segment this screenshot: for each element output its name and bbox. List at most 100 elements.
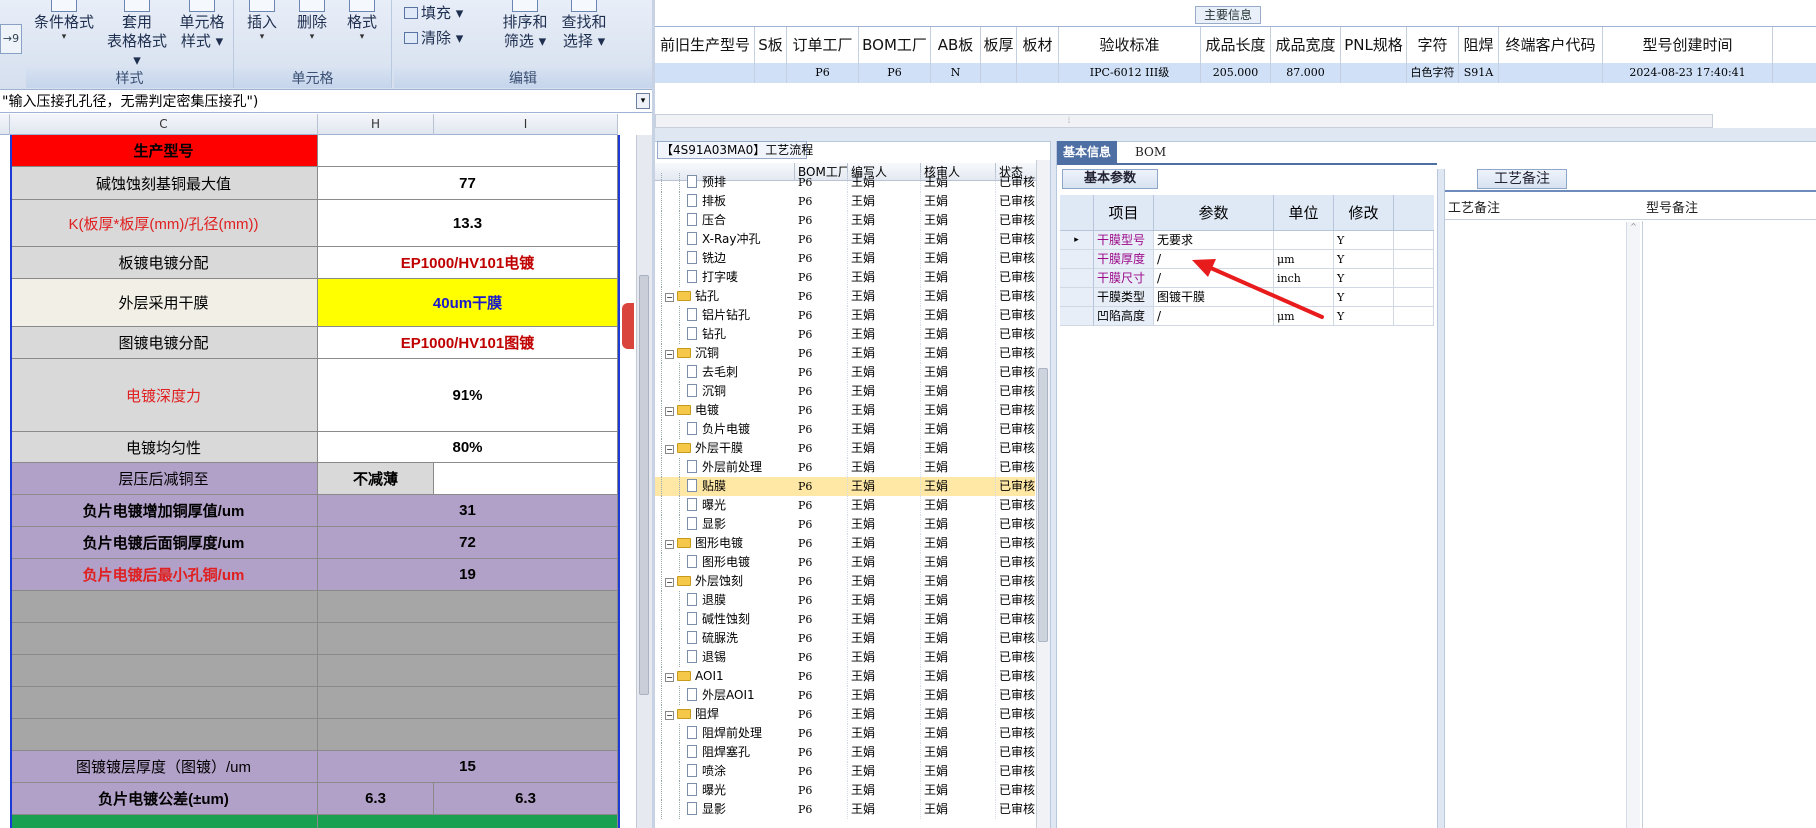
- tree-row[interactable]: 阻焊塞孔 P6 王娟 王娟 已审核: [655, 743, 1038, 762]
- main-grid-header[interactable]: 板厚: [981, 27, 1017, 63]
- tree-node[interactable]: 阻焊前处理: [687, 724, 762, 743]
- main-grid-header[interactable]: 终端客户代码: [1499, 27, 1603, 63]
- row-indicator[interactable]: ▸: [1060, 231, 1094, 250]
- param-cell-item[interactable]: 干膜类型: [1094, 288, 1154, 307]
- formula-expand-button[interactable]: ▾: [636, 93, 650, 109]
- cell-value[interactable]: 13.3: [318, 200, 618, 247]
- param-cell-unit[interactable]: μm: [1274, 307, 1334, 326]
- cell-empty[interactable]: [10, 655, 318, 687]
- side-handle[interactable]: [622, 303, 634, 349]
- cell-label[interactable]: 碱蚀蚀刻基铜最大值: [10, 167, 318, 200]
- tree-node[interactable]: − 外层干膜: [665, 439, 743, 458]
- tree-node[interactable]: 喷涂: [687, 762, 726, 781]
- column-header-left[interactable]: [0, 114, 10, 135]
- params-header-item[interactable]: 项目: [1094, 195, 1154, 231]
- main-grid-header[interactable]: 板材: [1017, 27, 1059, 63]
- param-cell-unit[interactable]: [1274, 288, 1334, 307]
- tree-row[interactable]: 曝光 P6 王娟 王娟 已审核: [655, 496, 1038, 515]
- cell-value[interactable]: 6.3: [318, 783, 434, 815]
- param-cell-param[interactable]: /: [1154, 250, 1274, 269]
- main-grid-cell[interactable]: 205.000: [1201, 63, 1271, 83]
- cell-value[interactable]: 40um干膜: [318, 279, 618, 327]
- tree-node[interactable]: 阻焊塞孔: [687, 743, 750, 762]
- cell-style-button[interactable]: 单元格 样式 ▾: [174, 0, 230, 51]
- main-grid-cell[interactable]: IPC-6012 III级: [1059, 63, 1201, 83]
- collapse-icon[interactable]: −: [665, 445, 674, 454]
- main-grid-cell[interactable]: [1017, 63, 1059, 83]
- param-cell-unit[interactable]: μm: [1274, 250, 1334, 269]
- tree-row[interactable]: − 阻焊 P6 王娟 王娟 已审核: [655, 705, 1038, 724]
- tree-row[interactable]: 阻焊前处理 P6 王娟 王娟 已审核: [655, 724, 1038, 743]
- tree-node[interactable]: 铣边: [687, 249, 726, 268]
- row-indicator[interactable]: [1060, 250, 1094, 269]
- cell-empty[interactable]: [318, 623, 618, 655]
- param-cell-modify[interactable]: Y: [1334, 269, 1394, 288]
- tree-node[interactable]: 图形电镀: [687, 553, 750, 572]
- tree-node[interactable]: 沉铜: [687, 382, 726, 401]
- main-grid-header[interactable]: 前旧生产型号: [655, 27, 755, 63]
- tree-row[interactable]: 打字唛 P6 王娟 王娟 已审核: [655, 268, 1038, 287]
- main-info-tab[interactable]: 主要信息: [1195, 6, 1261, 24]
- tree-row[interactable]: 退膜 P6 王娟 王娟 已审核: [655, 591, 1038, 610]
- param-cell-param[interactable]: /: [1154, 269, 1274, 288]
- tree-row[interactable]: 负片电镀 P6 王娟 王娟 已审核: [655, 420, 1038, 439]
- cell-label[interactable]: 电镀均匀性: [10, 432, 318, 463]
- collapse-icon[interactable]: −: [665, 540, 674, 549]
- main-grid-header[interactable]: S板: [755, 27, 787, 63]
- tree-node[interactable]: 退锡: [687, 648, 726, 667]
- tree-node[interactable]: − 电镀: [665, 401, 719, 420]
- cell-label[interactable]: 负片电镀后最小孔铜/um: [10, 559, 318, 591]
- delete-button[interactable]: 删除 ▾: [290, 0, 334, 42]
- top-horizontal-scrollbar[interactable]: ⦙: [655, 114, 1713, 128]
- tree-row[interactable]: − 沉铜 P6 王娟 王娟 已审核: [655, 344, 1038, 363]
- param-cell-modify[interactable]: Y: [1334, 307, 1394, 326]
- horizontal-splitter[interactable]: [655, 128, 1816, 142]
- sheet-scroll-thumb[interactable]: [639, 275, 649, 695]
- tree-row[interactable]: 贴膜 P6 王娟 王娟 已审核: [655, 477, 1038, 496]
- main-grid-header[interactable]: BOM工厂: [859, 27, 931, 63]
- table-format-button[interactable]: 套用 表格格式 ▾: [102, 0, 172, 70]
- tree-node[interactable]: 曝光: [687, 496, 726, 515]
- row-indicator[interactable]: [1060, 307, 1094, 326]
- param-cell-param[interactable]: /: [1154, 307, 1274, 326]
- sort-filter-button[interactable]: 排序和 筛选 ▾: [498, 0, 552, 51]
- tree-node[interactable]: − 钻孔: [665, 287, 719, 306]
- collapse-icon[interactable]: −: [665, 673, 674, 682]
- find-select-button[interactable]: 查找和 选择 ▾: [554, 0, 614, 51]
- collapse-icon[interactable]: −: [665, 578, 674, 587]
- param-cell-item[interactable]: 干膜尺寸: [1094, 269, 1154, 288]
- process-flow-tab[interactable]: 【4S91A03MA0】工艺流程: [657, 141, 813, 159]
- main-grid-header[interactable]: 订单工厂: [787, 27, 859, 63]
- cell-empty[interactable]: [10, 719, 318, 751]
- param-cell-modify[interactable]: Y: [1334, 250, 1394, 269]
- cell-label[interactable]: 负片电镀公差(±um): [10, 783, 318, 815]
- tree-node[interactable]: 去毛刺: [687, 363, 738, 382]
- param-cell-unit[interactable]: [1274, 231, 1334, 250]
- main-grid-header[interactable]: 成品长度: [1201, 27, 1271, 63]
- column-header-i[interactable]: I: [434, 114, 618, 135]
- tree-row[interactable]: 曝光 P6 王娟 王娟 已审核: [655, 781, 1038, 800]
- param-cell-extra[interactable]: [1394, 231, 1434, 250]
- cell-label[interactable]: 生产型号: [10, 135, 318, 167]
- tree-row[interactable]: − 钻孔 P6 王娟 王娟 已审核: [655, 287, 1038, 306]
- column-header-h[interactable]: H: [318, 114, 434, 135]
- param-cell-extra[interactable]: [1394, 288, 1434, 307]
- tree-row[interactable]: 外层前处理 P6 王娟 王娟 已审核: [655, 458, 1038, 477]
- tree-row[interactable]: 压合 P6 王娟 王娟 已审核: [655, 211, 1038, 230]
- remarks-scrollbar[interactable]: ^: [1626, 222, 1640, 828]
- main-grid-cell[interactable]: N: [931, 63, 981, 83]
- tree-node[interactable]: 外层前处理: [687, 458, 762, 477]
- cell-value[interactable]: EP1000/HV101电镀: [318, 247, 618, 279]
- conditional-format-button[interactable]: 条件格式 ▾: [34, 0, 94, 42]
- tree-row[interactable]: 显影 P6 王娟 王娟 已审核: [655, 515, 1038, 534]
- main-grid-cell[interactable]: [1341, 63, 1407, 83]
- tree-node[interactable]: 预排: [687, 173, 726, 192]
- cell-cut[interactable]: [10, 815, 318, 828]
- clear-button[interactable]: 清除 ▾: [404, 29, 463, 47]
- main-grid-cell[interactable]: S91A: [1459, 63, 1499, 83]
- format-button[interactable]: 格式 ▾: [340, 0, 384, 42]
- tree-row[interactable]: − 外层干膜 P6 王娟 王娟 已审核: [655, 439, 1038, 458]
- cell-value[interactable]: [434, 463, 618, 495]
- cell-label[interactable]: 板镀电镀分配: [10, 247, 318, 279]
- main-grid-header[interactable]: PNL规格: [1341, 27, 1407, 63]
